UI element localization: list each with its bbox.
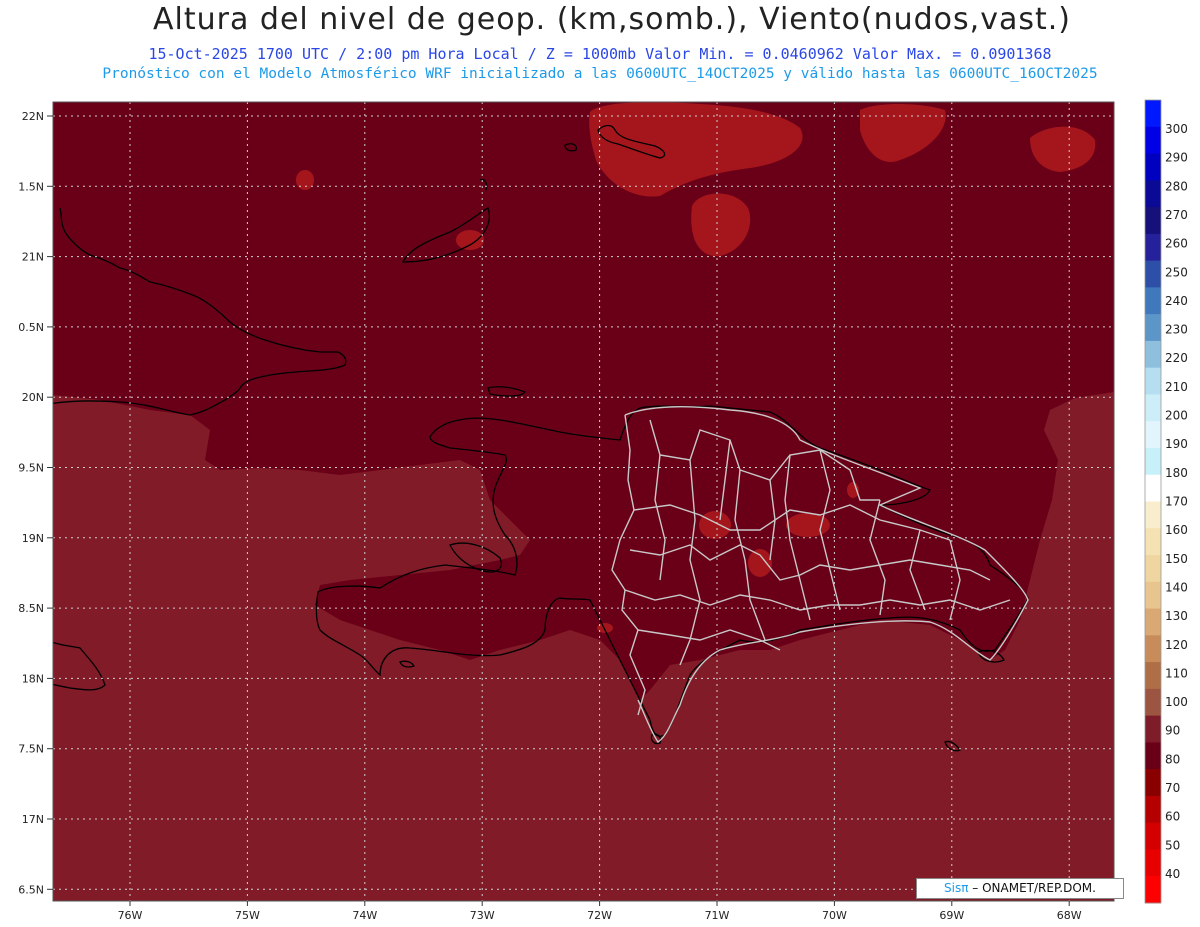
colorbar-segment bbox=[1145, 233, 1161, 262]
colorbar-label: 220 bbox=[1165, 351, 1188, 365]
colorbar-segment bbox=[1145, 340, 1161, 369]
lon-label: 74W bbox=[352, 909, 377, 922]
lat-label: 9.5N bbox=[18, 462, 44, 475]
lat-label: 0.5N bbox=[18, 321, 44, 334]
lon-label: 75W bbox=[235, 909, 260, 922]
lon-label: 69W bbox=[939, 909, 964, 922]
colorbar-label: 200 bbox=[1165, 409, 1188, 423]
lon-label: 71W bbox=[705, 909, 730, 922]
lat-label: 8.5N bbox=[18, 602, 44, 615]
colorbar-segment bbox=[1145, 474, 1161, 502]
colorbar-segment bbox=[1145, 394, 1161, 422]
colorbar-segment bbox=[1145, 314, 1161, 342]
colorbar-segment bbox=[1145, 421, 1161, 449]
colorbar-segment bbox=[1145, 126, 1161, 155]
colorbar-label: 230 bbox=[1165, 323, 1188, 337]
colorbar-segment bbox=[1145, 367, 1161, 395]
colorbar-label: 170 bbox=[1165, 495, 1188, 509]
colorbar-label: 120 bbox=[1165, 638, 1188, 652]
lon-label: 76W bbox=[118, 909, 143, 922]
colorbar-label: 160 bbox=[1165, 523, 1188, 537]
credit-brand: Sisπ bbox=[944, 881, 969, 895]
colorbar-segment bbox=[1145, 581, 1161, 610]
field-highlight-small-2 bbox=[456, 230, 484, 250]
colorbar-segment bbox=[1145, 742, 1161, 770]
colorbar-label: 150 bbox=[1165, 552, 1188, 566]
colorbar-segment bbox=[1145, 608, 1161, 636]
colorbar-label: 40 bbox=[1165, 867, 1180, 881]
lat-label: 21N bbox=[22, 251, 44, 264]
colorbar-label: 210 bbox=[1165, 380, 1188, 394]
colorbar-label: 70 bbox=[1165, 781, 1180, 795]
colorbar-label: 280 bbox=[1165, 179, 1188, 193]
lat-label: 20N bbox=[22, 391, 44, 404]
colorbar-segment bbox=[1145, 876, 1161, 904]
longitude-labels: 76W 75W 74W 73W 72W 71W 70W 69W 68W bbox=[118, 901, 1082, 922]
coastline-islet-west bbox=[35, 200, 50, 218]
colorbar-label: 140 bbox=[1165, 580, 1188, 594]
lat-label: 18N bbox=[22, 672, 44, 685]
lat-label: 7.5N bbox=[18, 743, 44, 756]
lat-label: 1.5N bbox=[18, 180, 44, 193]
colorbar-label: 250 bbox=[1165, 265, 1188, 279]
colorbar-label: 240 bbox=[1165, 294, 1188, 308]
weather-map: 22N 1.5N 21N 0.5N 20N 9.5N 19N 8.5N 18N 7.5N 17N 6.… bbox=[18, 99, 1188, 922]
colorbar-segment bbox=[1145, 769, 1161, 797]
field-highlight-small-4 bbox=[748, 549, 772, 577]
credit-box: Sisπ – ONAMET/REP.DOM. bbox=[916, 878, 1124, 899]
colorbar-segment bbox=[1145, 501, 1161, 529]
colorbar-label: 270 bbox=[1165, 208, 1188, 222]
colorbar-segment bbox=[1145, 688, 1161, 717]
colorbar-segment bbox=[1145, 822, 1161, 850]
colorbar-label: 130 bbox=[1165, 609, 1188, 623]
colorbar-segment bbox=[1145, 447, 1161, 476]
colorbar-label: 90 bbox=[1165, 724, 1180, 738]
lat-label: 17N bbox=[22, 813, 44, 826]
colorbar-segment bbox=[1145, 849, 1161, 877]
field-highlight-small-1 bbox=[296, 170, 314, 190]
colorbar-segment bbox=[1145, 180, 1161, 208]
colorbar-segment bbox=[1145, 555, 1161, 583]
colorbar-segment bbox=[1145, 662, 1161, 690]
lon-label: 72W bbox=[587, 909, 612, 922]
lon-label: 73W bbox=[470, 909, 495, 922]
colorbar-label: 190 bbox=[1165, 437, 1188, 451]
field-highlight-small-3 bbox=[699, 511, 731, 539]
colorbar-label: 50 bbox=[1165, 838, 1180, 852]
credit-text: – ONAMET/REP.DOM. bbox=[968, 881, 1096, 895]
lat-label: 6.5N bbox=[18, 883, 44, 896]
colorbar: 300 290 280 270 260 250 240 230 220 210 200 190 180 1… bbox=[1144, 99, 1188, 904]
colorbar-segment bbox=[1145, 260, 1161, 288]
lon-label: 68W bbox=[1057, 909, 1082, 922]
colorbar-segment bbox=[1145, 795, 1161, 824]
colorbar-segment bbox=[1145, 100, 1161, 128]
colorbar-segment bbox=[1145, 207, 1161, 235]
colorbar-segment bbox=[1145, 635, 1161, 663]
lon-label: 70W bbox=[822, 909, 847, 922]
colorbar-label: 60 bbox=[1165, 810, 1180, 824]
colorbar-label: 80 bbox=[1165, 752, 1180, 766]
colorbar-label: 290 bbox=[1165, 151, 1188, 165]
colorbar-segment bbox=[1145, 287, 1161, 315]
colorbar-segment bbox=[1145, 715, 1161, 743]
colorbar-segment bbox=[1145, 528, 1161, 556]
colorbar-label: 180 bbox=[1165, 466, 1188, 480]
colorbar-label: 300 bbox=[1165, 122, 1188, 136]
latitude-labels: 22N 1.5N 21N 0.5N 20N 9.5N 19N 8.5N 18N 7.5N 17N 6.… bbox=[18, 110, 53, 896]
lat-label: 19N bbox=[22, 532, 44, 545]
colorbar-segment bbox=[1145, 153, 1161, 181]
colorbar-label: 110 bbox=[1165, 666, 1188, 680]
colorbar-label: 260 bbox=[1165, 237, 1188, 251]
lat-label: 22N bbox=[22, 110, 44, 123]
colorbar-label: 100 bbox=[1165, 695, 1188, 709]
